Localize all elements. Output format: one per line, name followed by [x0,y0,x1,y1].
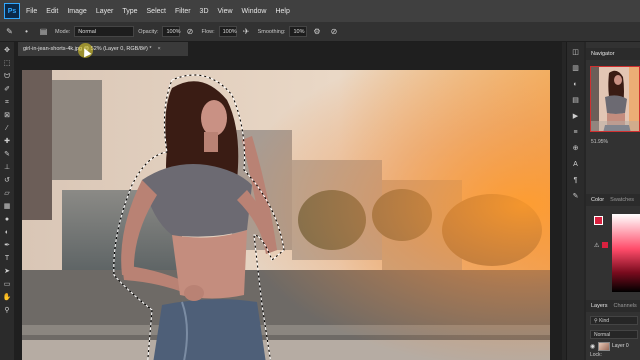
tab-navigator[interactable]: Navigator [591,51,615,57]
character-icon[interactable]: A [571,160,581,170]
layers-panel: Layers Channels ⚲ Kind Normal Lock: ◉ La… [586,300,640,360]
menu-window[interactable]: Window [242,8,267,15]
layer-name[interactable]: Layer 0 [612,343,629,349]
dodge-tool-icon[interactable]: ◐ [2,228,12,238]
options-bar: ✎ • ▤ Mode: Normal Opacity: 100% ⊘ Flow:… [0,22,640,42]
photo-woman-in-jean-shorts [22,70,550,360]
tab-channels[interactable]: Channels [614,303,637,309]
navigator-thumbnail[interactable] [590,66,640,132]
tab-color[interactable]: Color [591,197,604,203]
eraser-tool-icon[interactable]: ▱ [2,189,12,199]
menu-select[interactable]: Select [147,8,166,15]
marquee-tool-icon[interactable]: ⬚ [2,59,12,69]
menu-help[interactable]: Help [275,8,289,15]
opacity-label: Opacity: [138,28,159,35]
opacity-field[interactable]: 100% [162,26,181,37]
document-tab-bar: girl-in-jean-shorts-4k.jpg @ 52% (Layer … [14,42,562,56]
foreground-color-swatch[interactable] [594,216,603,225]
libraries-icon[interactable]: ▤ [571,96,581,106]
photoshop-logo[interactable]: Ps [4,3,20,19]
image-canvas[interactable] [22,70,550,360]
paragraph-icon[interactable]: ¶ [571,176,581,186]
kind-filter-label: Kind [599,317,610,324]
panel-icon-dock: ◫ ▥ ◐ ▤ ▶ ≡ ⊕ A ¶ ✎ [566,42,584,360]
right-panels: Navigator 51.95% Color Swatches ⚠ Layers… [586,42,640,360]
actions-icon[interactable]: ▶ [571,112,581,122]
menu-filter[interactable]: Filter [175,8,191,15]
tools-panel: ✥ ⬚ ᗢ ✐ ⌗ ⊠ ⁄ ✚ ✎ ⊥ ↺ ▱ ▦ ● ◐ ✒ T ➤ ▭ ✋ … [0,42,14,360]
gear-icon[interactable]: ⚙ [311,26,322,37]
tab-swatches[interactable]: Swatches [610,197,634,203]
airbrush-icon[interactable]: ✈ [241,26,252,37]
brush-tool-icon[interactable]: ✎ [2,150,12,160]
menu-file[interactable]: File [26,8,37,15]
color-panel: Color Swatches ⚠ [586,194,640,292]
crop-tool-icon[interactable]: ⌗ [2,98,12,108]
menu-edit[interactable]: Edit [46,8,58,15]
pen-tool-icon[interactable]: ✒ [2,241,12,251]
color-spectrum-picker[interactable] [612,214,640,292]
pressure-size-icon[interactable]: ⊘ [328,26,339,37]
tab-layers[interactable]: Layers [591,303,608,309]
adjustments-icon[interactable]: ◐ [571,80,581,90]
blur-tool-icon[interactable]: ● [2,215,12,225]
flow-field[interactable]: 100% [218,26,237,37]
mode-select[interactable]: Normal [74,26,135,37]
path-selection-tool-icon[interactable]: ➤ [2,267,12,277]
visibility-eye-icon[interactable]: ◉ [590,343,598,350]
flow-label: Flow: [201,28,215,35]
type-tool-icon[interactable]: T [2,254,12,264]
menu-bar: Ps File Edit Image Layer Type Select Fil… [0,0,640,22]
blend-mode-select[interactable]: Normal [590,330,638,339]
color-tabs: Color Swatches [586,194,640,206]
menu-layer[interactable]: Layer [96,8,114,15]
out-of-gamut-warning-icon: ⚠ [594,243,600,249]
glyphs-icon[interactable]: ✎ [571,192,581,202]
lasso-tool-icon[interactable]: ᗢ [2,72,12,82]
menu-image[interactable]: Image [67,8,86,15]
brush-panel-icon[interactable]: ▤ [38,26,49,37]
gamut-color-swatch[interactable] [602,242,608,248]
hand-tool-icon[interactable]: ✋ [2,293,12,303]
brush-size-icon[interactable]: • [21,26,32,37]
properties-icon[interactable]: ▥ [571,64,581,74]
layer-thumbnail [598,341,610,351]
layer-row[interactable]: ◉ Layer 0 [590,340,640,352]
clone-source-icon[interactable]: ⊕ [571,144,581,154]
move-tool-icon[interactable]: ✥ [2,46,12,56]
layer-kind-filter[interactable]: ⚲ Kind [590,316,638,325]
smoothing-label: Smoothing: [257,28,286,35]
brush-settings-icon[interactable]: ≡ [571,128,581,138]
menu-type[interactable]: Type [122,8,137,15]
quick-selection-tool-icon[interactable]: ✐ [2,85,12,95]
close-icon[interactable]: × [157,46,160,52]
eyedropper-tool-icon[interactable]: ⁄ [2,124,12,134]
navigator-tabs: Navigator [586,48,640,60]
smoothing-field[interactable]: 10% [289,26,308,37]
history-brush-tool-icon[interactable]: ↺ [2,176,12,186]
zoom-tool-icon[interactable]: ⚲ [2,306,12,316]
frame-tool-icon[interactable]: ⊠ [2,111,12,121]
healing-brush-tool-icon[interactable]: ✚ [2,137,12,147]
menu-3d[interactable]: 3D [200,8,209,15]
canvas-area [14,56,562,360]
gradient-tool-icon[interactable]: ▦ [2,202,12,212]
mode-label: Mode: [55,28,71,35]
navigator-preview-image [591,67,639,131]
document-tab[interactable]: girl-in-jean-shorts-4k.jpg @ 52% (Layer … [18,42,188,56]
navigator-zoom-value[interactable]: 51.95% [591,139,608,145]
history-icon[interactable]: ◫ [571,48,581,58]
menu-view[interactable]: View [218,8,233,15]
layers-tabs: Layers Channels [586,300,640,312]
lock-label: Lock: [590,352,602,358]
clone-stamp-tool-icon[interactable]: ⊥ [2,163,12,173]
brush-preset-icon[interactable]: ✎ [4,26,15,37]
pressure-opacity-icon[interactable]: ⊘ [184,26,195,37]
rectangle-tool-icon[interactable]: ▭ [2,280,12,290]
